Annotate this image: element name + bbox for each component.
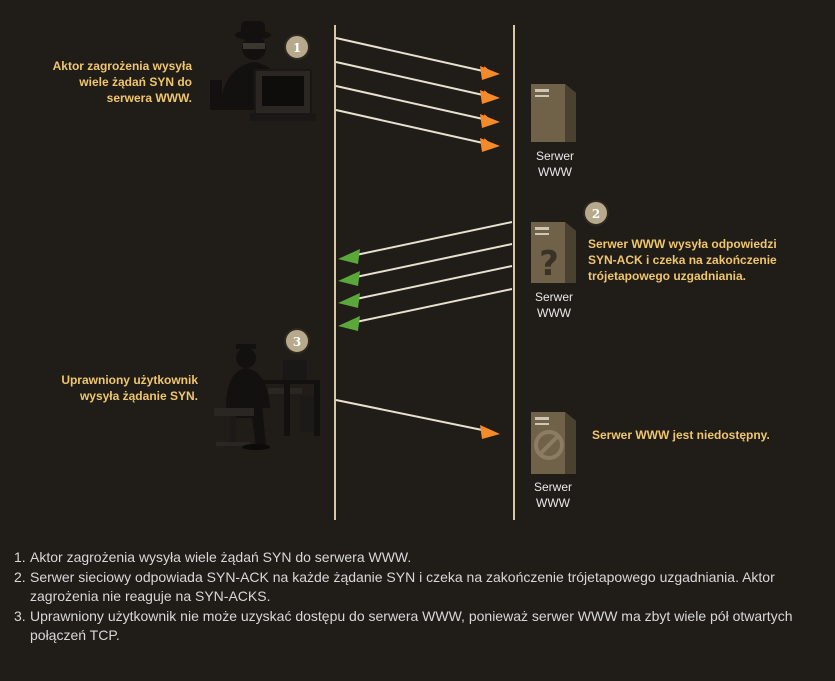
attacker-label: Aktor zagrożenia wysyła wiele żądań SYN … bbox=[52, 59, 192, 105]
svg-text:3: 3 bbox=[293, 335, 301, 349]
steps-list: 1. Aktor zagrożenia wysyła wiele żądań S… bbox=[14, 548, 814, 646]
user-icon bbox=[214, 344, 320, 450]
synack-arrow bbox=[355, 243, 513, 278]
user-syn-arrow bbox=[335, 399, 500, 439]
list-item: 2. Serwer sieciowy odpowiada SYN-ACK na … bbox=[14, 569, 775, 604]
step-badge-2: 2 bbox=[583, 200, 609, 226]
unavailable-label: Serwer WWW jest niedostępny. bbox=[592, 428, 770, 442]
syn-arrows bbox=[335, 37, 500, 152]
step-badge-3: 3 bbox=[284, 328, 310, 354]
server-caption-2: Serwer WWW bbox=[534, 290, 573, 320]
user-label: Uprawniony użytkownik wysyła żądanie SYN… bbox=[61, 373, 198, 403]
list-item: 1. Aktor zagrożenia wysyła wiele żądań S… bbox=[14, 549, 412, 565]
svg-text:2: 2 bbox=[592, 207, 600, 221]
step-badge-1: 1 bbox=[284, 34, 310, 60]
server-icon-unavailable bbox=[531, 412, 576, 474]
synack-arrows bbox=[338, 221, 513, 331]
synack-arrow bbox=[355, 221, 513, 256]
question-mark-icon: ? bbox=[539, 244, 559, 284]
server-response-label: Serwer WWW wysyła odpowiedzi SYN-ACK i c… bbox=[588, 237, 777, 283]
svg-text:1: 1 bbox=[293, 41, 301, 55]
server-caption-3: Serwer WWW bbox=[533, 480, 572, 510]
diagram: ? 1 2 3 Aktor zagrożenia wysyła wiele żą… bbox=[0, 0, 835, 530]
server-caption-1: Serwer WWW bbox=[535, 149, 574, 179]
server-icon-waiting: ? bbox=[531, 222, 576, 284]
server-icon-normal bbox=[531, 84, 576, 142]
list-item: 3. Uprawniony użytkownik nie może uzyska… bbox=[14, 608, 793, 643]
